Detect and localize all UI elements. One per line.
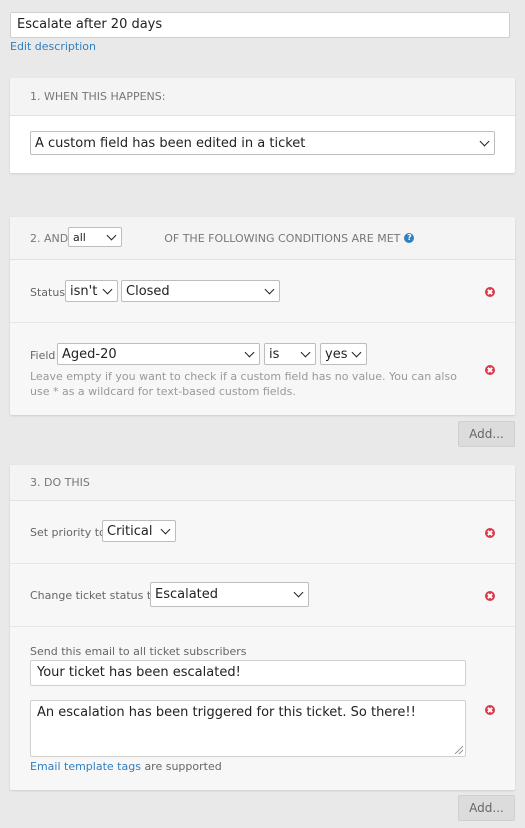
conditions-heading-prefix: 2. AND: [30, 231, 69, 245]
status-operator-value: isn't: [70, 283, 98, 299]
trigger-select-value: A custom field has been edited in a tick…: [35, 135, 306, 151]
field-operator-value: is: [269, 346, 280, 362]
conditions-card: 2. AND all OF THE FOLLOWING CONDITIONS A…: [10, 217, 515, 415]
match-mode-value: all: [73, 230, 86, 244]
actions-card: 3. DO THIS Set priority to Critical Chan…: [10, 465, 515, 790]
priority-label: Set priority to: [30, 526, 106, 539]
status-change-value: Escalated: [155, 587, 219, 602]
field-help-text: Leave empty if you want to check if a cu…: [30, 370, 457, 398]
template-suffix: are supported: [144, 760, 222, 773]
action-row-status: Change ticket status to Escalated: [10, 564, 515, 627]
add-condition-button[interactable]: Add...: [458, 421, 515, 447]
trigger-heading: 1. WHEN THIS HAPPENS:: [10, 78, 515, 116]
actions-heading: 3. DO THIS: [10, 465, 515, 501]
priority-select[interactable]: Critical: [102, 520, 176, 542]
condition-label: Field: [30, 349, 56, 362]
action-row-priority: Set priority to Critical: [10, 501, 515, 564]
field-operator-select[interactable]: is: [264, 343, 316, 365]
status-change-label: Change ticket status to: [30, 589, 158, 602]
priority-value: Critical: [107, 523, 153, 539]
rule-name-input[interactable]: Escalate after 20 days: [10, 12, 510, 38]
email-body-textarea[interactable]: An escalation has been triggered for thi…: [30, 700, 466, 757]
field-value: yes: [325, 346, 348, 362]
email-body-text: An escalation has been triggered for thi…: [37, 705, 416, 720]
condition-label: Status: [30, 286, 66, 299]
condition-row-field: Field Aged-20 is yes Leave empty if you …: [10, 323, 515, 415]
conditions-heading: 2. AND all OF THE FOLLOWING CONDITIONS A…: [10, 217, 515, 260]
match-mode-select[interactable]: all: [68, 227, 122, 247]
chevron-down-icon: [244, 347, 255, 357]
status-value-select[interactable]: Closed: [121, 280, 280, 302]
template-note: Email template tags are supported: [30, 760, 222, 773]
condition-row-status: Status isn't Closed: [10, 260, 515, 323]
edit-description-link[interactable]: Edit description: [10, 40, 96, 53]
chevron-down-icon: [351, 347, 362, 357]
remove-icon[interactable]: [485, 705, 495, 715]
trigger-heading-text: 1. WHEN THIS HAPPENS:: [30, 90, 166, 103]
email-label: Send this email to all ticket subscriber…: [30, 645, 247, 658]
action-row-email: Send this email to all ticket subscriber…: [10, 627, 515, 790]
field-value-select[interactable]: yes: [320, 343, 367, 365]
conditions-heading-suffix: OF THE FOLLOWING CONDITIONS ARE MET: [164, 231, 401, 245]
help-icon[interactable]: ?: [404, 233, 415, 243]
chevron-down-icon: [293, 587, 304, 598]
field-name-value: Aged-20: [62, 346, 117, 362]
chevron-down-icon: [106, 230, 117, 240]
resize-grip-icon[interactable]: [455, 746, 463, 754]
trigger-row: A custom field has been edited in a tick…: [10, 116, 515, 173]
status-value: Closed: [126, 283, 170, 299]
email-subject-input[interactable]: Your ticket has been escalated!: [30, 660, 466, 686]
status-change-select[interactable]: Escalated: [150, 582, 309, 607]
field-name-select[interactable]: Aged-20: [57, 343, 260, 365]
chevron-down-icon: [264, 284, 275, 294]
chevron-down-icon: [300, 347, 311, 357]
trigger-select[interactable]: A custom field has been edited in a tick…: [30, 131, 495, 155]
chevron-down-icon: [479, 136, 490, 146]
remove-icon[interactable]: [485, 591, 495, 601]
chevron-down-icon: [102, 284, 113, 294]
trigger-card: 1. WHEN THIS HAPPENS: A custom field has…: [10, 78, 515, 173]
remove-icon[interactable]: [485, 287, 495, 297]
status-operator-select[interactable]: isn't: [65, 280, 118, 302]
chevron-down-icon: [160, 524, 171, 534]
template-tags-link[interactable]: Email template tags: [30, 760, 141, 773]
remove-icon[interactable]: [485, 365, 495, 375]
add-action-button[interactable]: Add...: [458, 795, 515, 821]
actions-heading-text: 3. DO THIS: [30, 476, 90, 489]
remove-icon[interactable]: [485, 528, 495, 538]
